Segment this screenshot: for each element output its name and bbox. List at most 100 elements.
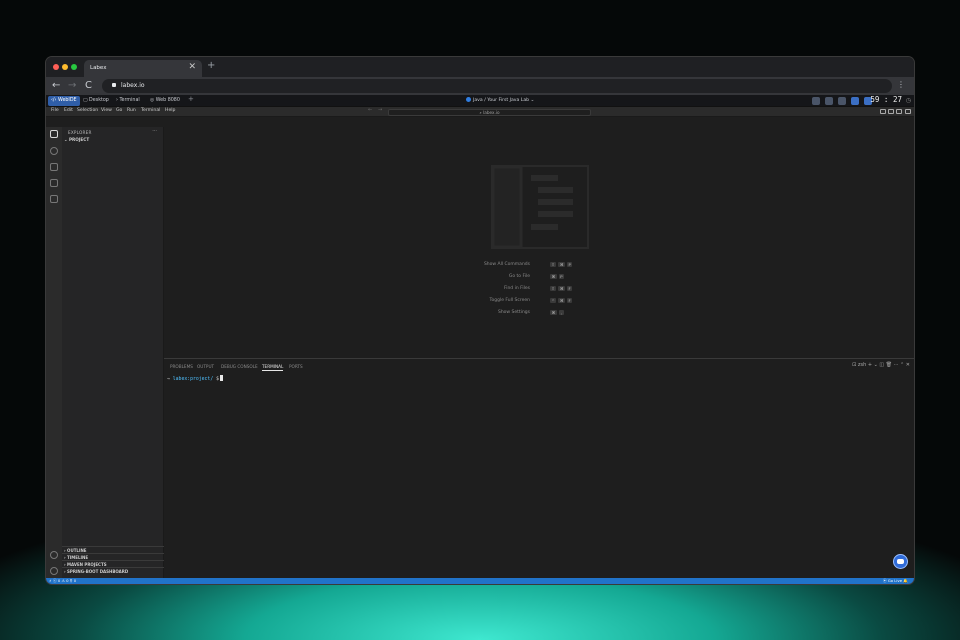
- spring-boot-dashboard-section[interactable]: › SPRING-BOOT DASHBOARD: [62, 567, 164, 574]
- key: P: [567, 262, 572, 267]
- tab-output[interactable]: OUTPUT: [197, 364, 214, 369]
- lab-title: Your First Java Lab: [487, 98, 529, 103]
- nav-forward-icon[interactable]: →: [378, 107, 382, 113]
- terminal-prompt[interactable]: → labex:project/ $: [167, 375, 223, 382]
- manage-gear-icon[interactable]: [50, 567, 58, 575]
- minimize-window-button[interactable]: [62, 64, 68, 70]
- explorer-title: EXPLORER: [68, 130, 92, 135]
- vscode-watermark-logo: [491, 165, 589, 249]
- shortcut-keys: ⇧⌘F: [550, 286, 574, 292]
- vscode-menubar: File Edit Selection View Go Run Terminal…: [46, 107, 914, 117]
- tab-desktop[interactable]: ▢ Desktop: [80, 96, 112, 106]
- key: ⌘: [558, 286, 565, 291]
- more-actions-icon[interactable]: ···: [152, 128, 157, 134]
- tab-close-icon[interactable]: ✕: [188, 62, 196, 72]
- shortcut-label: Find in Files: [504, 286, 530, 291]
- project-folder-label: PROJECT: [69, 137, 89, 142]
- key: ⇧: [550, 286, 556, 291]
- status-bar: ⚡ ⓧ 0 ⚠ 0 ⚲ 0 ⦿ Go Live 🔔: [46, 578, 914, 584]
- chat-icon[interactable]: [851, 97, 859, 105]
- tab-webide[interactable]: ‹/› WebIDE: [48, 96, 80, 106]
- command-center[interactable]: ⌕ labex.io: [388, 109, 591, 116]
- toggle-secondary-sidebar-icon[interactable]: [896, 109, 902, 114]
- add-env-tab-button[interactable]: +: [188, 95, 194, 103]
- shortcut-label: Show Settings: [498, 310, 530, 315]
- maximize-window-button[interactable]: [71, 64, 77, 70]
- notes-icon[interactable]: [812, 97, 820, 105]
- assistant-bot-icon[interactable]: [893, 554, 908, 569]
- menu-view[interactable]: View: [101, 108, 112, 113]
- menu-selection[interactable]: Selection: [77, 108, 98, 113]
- browser-window: Labex ✕ + ← → C labex.io ⋮ ‹/› WebIDE ▢ …: [46, 57, 914, 584]
- url-text: labex.io: [121, 82, 145, 89]
- labex-toolbar: ‹/› WebIDE ▢ Desktop › Terminal ◎ Web 80…: [46, 95, 914, 107]
- tab-ports[interactable]: PORTS: [289, 364, 303, 369]
- key: ,: [559, 310, 564, 315]
- key: F: [567, 298, 572, 303]
- explorer-icon[interactable]: [50, 130, 58, 138]
- tab-web-8080[interactable]: ◎ Web 8080: [147, 96, 183, 106]
- status-go-live[interactable]: ⦿ Go Live 🔔: [883, 578, 908, 584]
- key: ⌘: [558, 298, 565, 303]
- explorer-sidebar: EXPLORER ··· ⌄ PROJECT › OUTLINE › TIMEL…: [62, 127, 164, 578]
- menu-file[interactable]: File: [51, 108, 59, 113]
- activity-bar: [46, 127, 62, 578]
- toggle-sidebar-icon[interactable]: [880, 109, 886, 114]
- breadcrumb-root: Java: [473, 98, 483, 103]
- run-debug-icon[interactable]: [50, 179, 58, 187]
- browser-tab-title: Labex: [90, 65, 106, 71]
- account-icon[interactable]: [50, 551, 58, 559]
- extensions-icon[interactable]: [50, 195, 58, 203]
- bot-face-icon: [897, 559, 904, 564]
- address-bar[interactable]: labex.io: [102, 79, 892, 93]
- menu-run[interactable]: Run: [127, 108, 136, 113]
- settings-icon[interactable]: [838, 97, 846, 105]
- clock-icon: ◷: [906, 97, 911, 104]
- breadcrumb-separator: /: [484, 98, 486, 103]
- close-window-button[interactable]: [53, 64, 59, 70]
- key: F: [567, 286, 572, 291]
- key: ⇧: [550, 262, 556, 267]
- forward-icon[interactable]: →: [68, 80, 76, 91]
- search-icon[interactable]: [50, 147, 58, 155]
- key: ⌘: [558, 262, 565, 267]
- terminal-cursor: [220, 375, 223, 381]
- status-problems[interactable]: ⚡ ⓧ 0 ⚠ 0 ⚲ 0: [49, 578, 76, 584]
- java-icon: [466, 97, 471, 102]
- key: ⌘: [550, 274, 557, 279]
- new-tab-button[interactable]: +: [207, 60, 215, 71]
- shortcut-keys: ⌘,: [550, 310, 566, 316]
- menu-terminal[interactable]: Terminal: [141, 108, 160, 113]
- menu-go[interactable]: Go: [116, 108, 122, 113]
- lab-title-selector[interactable]: Java / Your First Java Lab ⌄: [466, 97, 534, 103]
- tab-problems[interactable]: PROBLEMS: [170, 364, 193, 369]
- lock-icon: [112, 83, 116, 87]
- nav-back-icon[interactable]: ←: [368, 107, 372, 113]
- tab-debug-console[interactable]: DEBUG CONSOLE: [221, 364, 258, 369]
- prompt-path: labex:project/: [173, 377, 213, 382]
- customize-layout-icon[interactable]: [905, 109, 911, 114]
- lab-timer: 59 : 27: [870, 95, 902, 104]
- tab-terminal-panel[interactable]: TERMINAL: [262, 364, 283, 371]
- menu-help[interactable]: Help: [165, 108, 175, 113]
- key: ⌘: [550, 310, 557, 315]
- spring-boot-dashboard-label: SPRING-BOOT DASHBOARD: [67, 569, 128, 574]
- back-icon[interactable]: ←: [52, 80, 60, 91]
- timeline-section[interactable]: › TIMELINE: [62, 553, 164, 560]
- tab-terminal[interactable]: › Terminal: [113, 96, 143, 106]
- screen-icon[interactable]: [825, 97, 833, 105]
- maven-projects-section[interactable]: › MAVEN PROJECTS: [62, 560, 164, 567]
- project-folder[interactable]: ⌄ PROJECT: [64, 137, 89, 142]
- browser-tab[interactable]: Labex ✕: [84, 60, 202, 77]
- editor-welcome: Show All Commands ⇧⌘P Go to File ⌘P Find…: [164, 127, 914, 363]
- toggle-panel-icon[interactable]: [888, 109, 894, 114]
- reload-icon[interactable]: C: [85, 80, 92, 91]
- outline-section[interactable]: › OUTLINE: [62, 546, 164, 553]
- browser-tab-strip: Labex ✕ +: [46, 57, 914, 77]
- shortcut-keys: ⌘P: [550, 274, 566, 280]
- source-control-icon[interactable]: [50, 163, 58, 171]
- menu-edit[interactable]: Edit: [64, 108, 73, 113]
- shortcut-label: Show All Commands: [484, 262, 530, 267]
- browser-menu-icon[interactable]: ⋮: [897, 80, 905, 89]
- panel-actions[interactable]: ⊡ zsh + ⌄ ◫ 🗑 ··· ⌃ ✕: [852, 362, 910, 368]
